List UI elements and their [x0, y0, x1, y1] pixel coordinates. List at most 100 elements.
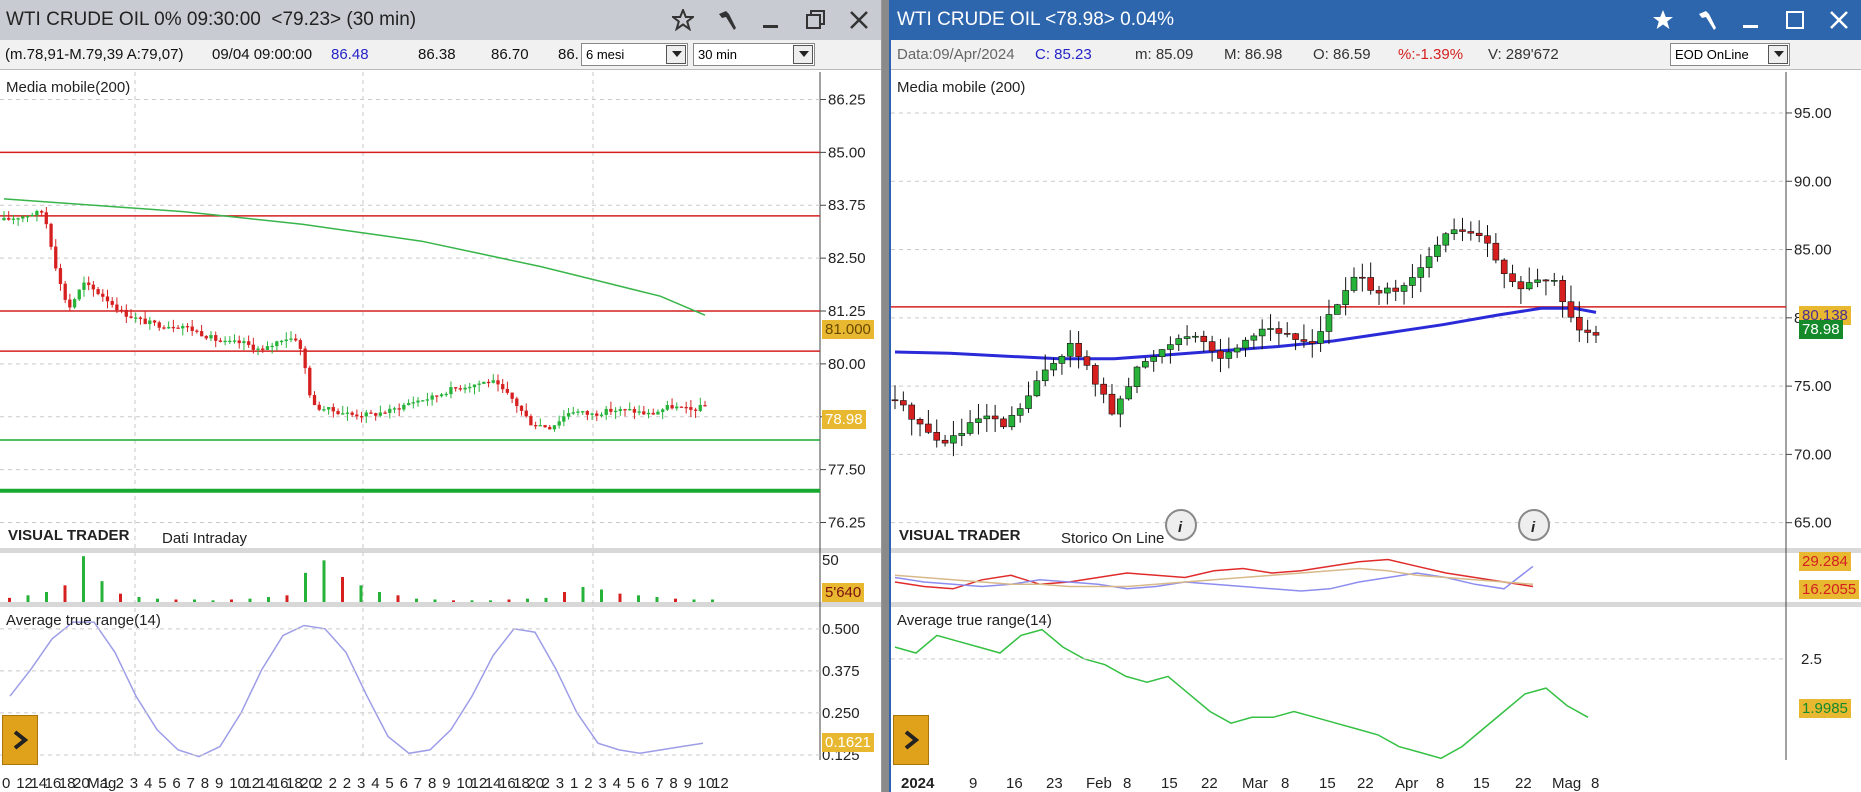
candle-body	[1217, 350, 1224, 359]
candle-body	[148, 320, 152, 325]
y-tick-label: 83.75	[828, 197, 866, 214]
candle-body	[1208, 341, 1216, 352]
candle-body	[1525, 282, 1533, 290]
candle-body	[1075, 342, 1082, 357]
candle-body	[1400, 285, 1408, 292]
candle-body	[609, 408, 613, 412]
candle-body	[1108, 393, 1116, 415]
candle-body	[632, 408, 637, 413]
x-tick-label: 3	[598, 775, 606, 792]
atr-label: Average true range(14)	[897, 612, 1052, 629]
x-tick-label: 12	[712, 775, 729, 792]
oscillator-value-badge: 29.284	[1799, 552, 1851, 571]
candle-body	[1016, 408, 1024, 416]
candle-body	[242, 341, 246, 344]
x-tick-label: 8	[1281, 775, 1289, 792]
candle-body	[1384, 287, 1391, 294]
volume-bar	[285, 595, 289, 602]
candle-body	[1050, 363, 1057, 371]
candle-body	[1325, 314, 1333, 332]
candle-body	[402, 404, 406, 410]
candle-body	[1308, 341, 1316, 344]
volume-bar	[692, 599, 696, 602]
x-tick-label: 8	[669, 775, 677, 792]
moving-average-label: Media mobile(200)	[6, 79, 130, 96]
volume-bar	[637, 595, 640, 602]
candle-body	[1350, 276, 1358, 291]
daily-chart-area[interactable]: 95.0090.0085.0080.0075.0070.0065.00Media…	[891, 0, 1861, 792]
atr-value-badge: 0.1621	[822, 733, 874, 752]
candle-body	[557, 421, 561, 426]
candle-body	[317, 404, 321, 410]
y-tick-label: 81.25	[828, 303, 866, 320]
candle-body	[214, 335, 218, 341]
candle-body	[533, 425, 538, 427]
candle-body	[1175, 338, 1183, 345]
candle-body	[1550, 279, 1558, 282]
candle-body	[958, 433, 966, 436]
candle-body	[566, 413, 571, 417]
candle-body	[345, 412, 350, 414]
candle-body	[1425, 256, 1433, 268]
candle-body	[251, 344, 255, 350]
x-tick-label: 22	[1515, 775, 1532, 792]
intraday-chart-area[interactable]: 86.2585.0083.7582.5081.2580.0078.7577.50…	[0, 0, 882, 792]
candle-body	[543, 425, 547, 428]
volume-bar	[470, 600, 474, 602]
candle-body	[491, 380, 495, 383]
candle-body	[983, 415, 991, 420]
candle-body	[30, 214, 34, 217]
candle-body	[124, 309, 128, 317]
candle-body	[1025, 395, 1032, 409]
candle-body	[204, 335, 208, 339]
candle-body	[261, 348, 265, 351]
atr-line	[894, 628, 1589, 760]
candle-body	[275, 341, 279, 347]
candle-body	[689, 407, 693, 410]
candle-body	[1250, 335, 1258, 341]
volume-bar	[618, 593, 622, 602]
volume-bar	[304, 572, 307, 602]
candle-body	[134, 317, 138, 319]
candle-body	[176, 327, 180, 329]
candle-body	[308, 367, 312, 396]
candle-body	[341, 413, 345, 415]
volume-bar	[581, 587, 585, 602]
volume-bar	[563, 592, 566, 602]
daily-chart-window: WTI CRUDE OIL <78.98> 0.04% Data:09/Apr/…	[889, 0, 1861, 792]
candle-body	[378, 412, 383, 416]
visual-trader-logo: VISUAL TRADER	[8, 527, 130, 544]
x-tick-label: 2	[542, 775, 550, 792]
volume-bar	[433, 599, 437, 602]
candle-body	[1133, 366, 1141, 387]
candle-body	[35, 210, 39, 216]
candle-body	[246, 341, 251, 345]
volume-bar	[359, 585, 363, 602]
volume-bar	[193, 599, 196, 602]
candle-body	[679, 406, 684, 408]
candle-body	[623, 409, 627, 411]
candle-body	[185, 326, 190, 328]
candle-body	[209, 335, 213, 339]
intraday-chart-window: WTI CRUDE OIL 0% 09:30:00 <79.23> (30 mi…	[0, 0, 882, 792]
x-tick-label: 2024	[901, 775, 935, 792]
candle-body	[1125, 386, 1132, 400]
candle-body	[581, 411, 585, 413]
y-tick-label: 95.00	[1794, 105, 1832, 122]
atr-tick-label: 2.5	[1801, 651, 1822, 668]
play-button[interactable]	[2, 715, 38, 765]
candle-body	[693, 409, 698, 411]
x-tick-label: 7	[655, 775, 663, 792]
candle-body	[279, 340, 284, 343]
candle-body	[435, 395, 439, 397]
play-button[interactable]	[893, 715, 929, 765]
candle-body	[54, 246, 58, 269]
candle-body	[374, 413, 378, 416]
candle-body	[482, 381, 486, 384]
candle-body	[326, 407, 331, 410]
volume-bar	[544, 597, 548, 602]
x-tick-label: 22	[1201, 775, 1218, 792]
x-tick-label: 15	[1161, 775, 1178, 792]
candle-body	[1117, 398, 1124, 415]
volume-bar	[211, 600, 215, 602]
